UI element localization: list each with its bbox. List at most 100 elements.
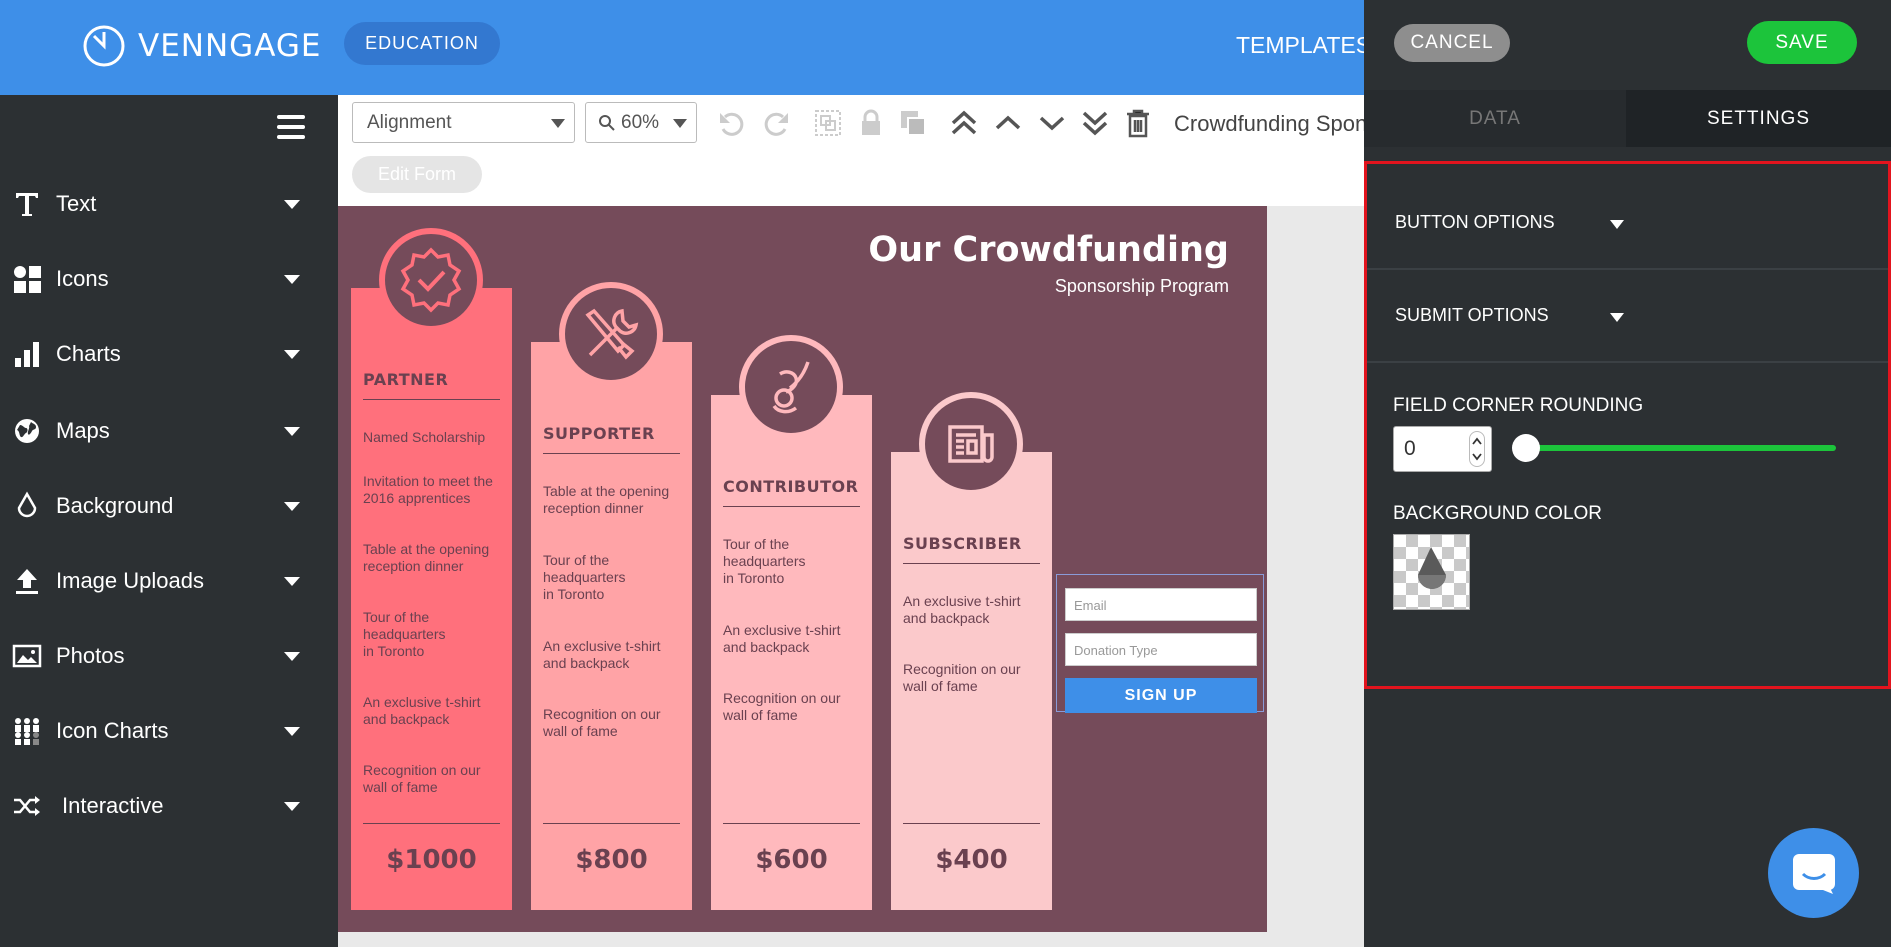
zoom-value: 60% [621, 111, 660, 133]
sidebar-item-background[interactable]: Background [0, 486, 338, 526]
tab-settings[interactable]: SETTINGS [1626, 90, 1891, 147]
bring-to-front-icon[interactable] [948, 107, 980, 139]
number-stepper[interactable] [1469, 431, 1485, 467]
sidebar-item-charts[interactable]: Charts [0, 334, 338, 374]
top-header: VENNGAGE EDUCATION TEMPLATES [0, 0, 1371, 95]
editor-toolbar: Alignment 60% Crowdfunding Spon Edit For… [338, 95, 1364, 206]
send-to-back-icon[interactable] [1079, 107, 1111, 139]
stepper-arrows-icon [1472, 437, 1482, 461]
chevron-down-icon [1610, 220, 1624, 229]
tier-feature: An exclusive t-shirt and backpack [903, 593, 1021, 626]
menu-icon[interactable] [277, 115, 305, 141]
sidebar-item-icon-charts[interactable]: Icon Charts [0, 711, 338, 751]
design-canvas[interactable]: Our Crowdfunding Sponsorship Program PAR… [338, 206, 1267, 932]
text-icon [12, 189, 42, 219]
chevron-down-icon [284, 501, 300, 511]
brand-logo[interactable]: VENNGAGE [82, 24, 321, 68]
chevron-down-icon [284, 426, 300, 436]
sidebar-item-interactive[interactable]: Interactive [0, 786, 338, 826]
tier-card-subscriber[interactable]: SUBSCRIBER An exclusive t-shirt and back… [891, 392, 1052, 910]
background-color-picker[interactable] [1393, 534, 1470, 610]
redo-icon[interactable] [760, 107, 792, 139]
tier-name: PARTNER [363, 370, 500, 400]
email-field[interactable]: Email [1065, 588, 1257, 621]
tier-feature: Recognition on our wall of fame [363, 762, 481, 795]
photo-icon [12, 641, 42, 671]
sidebar-item-label: Maps [56, 418, 110, 443]
canvas-subtitle[interactable]: Sponsorship Program [1055, 276, 1229, 297]
upload-icon [12, 566, 42, 596]
canvas-title[interactable]: Our Crowdfunding [868, 230, 1229, 270]
chevron-down-icon [673, 119, 687, 128]
corner-rounding-slider[interactable] [1519, 445, 1836, 451]
tier-feature: An exclusive t-shirt and backpack [543, 638, 661, 671]
corner-rounding-input[interactable]: 0 [1393, 426, 1492, 472]
trash-icon[interactable] [1122, 107, 1154, 139]
tier-price: $800 [575, 845, 648, 875]
signup-form[interactable]: Email Donation Type SIGN UP [1056, 574, 1264, 713]
button-options-label: BUTTON OPTIONS [1395, 212, 1555, 232]
tier-feature: An exclusive t-shirt and backpack [723, 622, 841, 655]
sidebar-item-label: Interactive [62, 793, 164, 818]
sidebar-item-icons[interactable]: Icons [0, 259, 338, 299]
tier-feature: Tour of the headquarters in Toronto [543, 552, 626, 602]
chevron-down-icon [551, 119, 565, 128]
donation-type-field[interactable]: Donation Type [1065, 633, 1257, 666]
chat-support-button[interactable] [1768, 828, 1859, 918]
edit-form-button[interactable]: Edit Form [352, 156, 482, 193]
chevron-down-icon [1610, 313, 1624, 322]
chevron-down-icon [284, 726, 300, 736]
send-backward-icon[interactable] [1036, 107, 1068, 139]
tier-divider [903, 823, 1040, 824]
shapes-icon [12, 264, 42, 294]
brand-name: VENNGAGE [138, 28, 322, 64]
newspaper-icon [919, 392, 1023, 496]
field-corner-rounding-label: FIELD CORNER ROUNDING [1393, 395, 1644, 416]
sidebar-item-text[interactable]: Text [0, 184, 338, 224]
save-button[interactable]: SAVE [1747, 21, 1857, 64]
tier-card-partner[interactable]: PARTNER Named Scholarship Invitation to … [351, 228, 512, 910]
background-color-label: BACKGROUND COLOR [1393, 503, 1603, 524]
sidebar-item-image-uploads[interactable]: Image Uploads [0, 561, 338, 601]
sidebar-item-label: Text [56, 191, 97, 216]
tier-card-contributor[interactable]: CONTRIBUTOR Tour of the headquarters in … [711, 335, 872, 910]
undo-icon[interactable] [716, 107, 748, 139]
tier-feature: Recognition on our wall of fame [903, 661, 1021, 694]
bring-forward-icon[interactable] [992, 107, 1024, 139]
submit-options-label: SUBMIT OPTIONS [1395, 305, 1549, 325]
lock-icon[interactable] [855, 107, 887, 139]
sidebar-item-label: Image Uploads [56, 568, 204, 593]
chevron-down-icon [284, 651, 300, 661]
sidebar-item-label: Background [56, 493, 174, 518]
chevron-down-icon [284, 349, 300, 359]
tier-feature: Recognition on our wall of fame [723, 690, 841, 723]
submit-options-toggle[interactable]: SUBMIT OPTIONS [1367, 270, 1888, 363]
tier-card-supporter[interactable]: SUPPORTER Table at the opening reception… [531, 282, 692, 910]
tier-feature: Tour of the headquarters in Toronto [363, 609, 446, 659]
search-icon [599, 114, 615, 131]
button-options-toggle[interactable]: BUTTON OPTIONS [1367, 164, 1888, 270]
tab-data[interactable]: DATA [1364, 90, 1626, 147]
cancel-button[interactable]: CANCEL [1394, 24, 1510, 62]
group-icon[interactable] [812, 107, 844, 139]
edition-badge[interactable]: EDUCATION [344, 22, 500, 65]
tier-feature: Tour of the headquarters in Toronto [723, 536, 806, 586]
duplicate-icon[interactable] [897, 107, 929, 139]
alignment-select[interactable]: Alignment [352, 102, 575, 143]
signup-button[interactable]: SIGN UP [1065, 678, 1257, 713]
shuffle-icon [12, 791, 42, 821]
badge-check-icon [379, 228, 483, 332]
tier-feature: Table at the opening reception dinner [543, 483, 670, 516]
document-title[interactable]: Crowdfunding Spon [1174, 111, 1364, 137]
sidebar-item-maps[interactable]: Maps [0, 411, 338, 451]
alignment-value: Alignment [367, 111, 452, 133]
slider-handle[interactable] [1512, 434, 1540, 462]
tier-name: SUBSCRIBER [903, 534, 1040, 564]
tier-name: SUPPORTER [543, 424, 680, 454]
sidebar-item-photos[interactable]: Photos [0, 636, 338, 676]
sidebar-item-label: Photos [56, 643, 125, 668]
zoom-select[interactable]: 60% [585, 102, 697, 143]
chevron-down-icon [284, 199, 300, 209]
chevron-down-icon [284, 274, 300, 284]
templates-link[interactable]: TEMPLATES [1236, 32, 1371, 59]
